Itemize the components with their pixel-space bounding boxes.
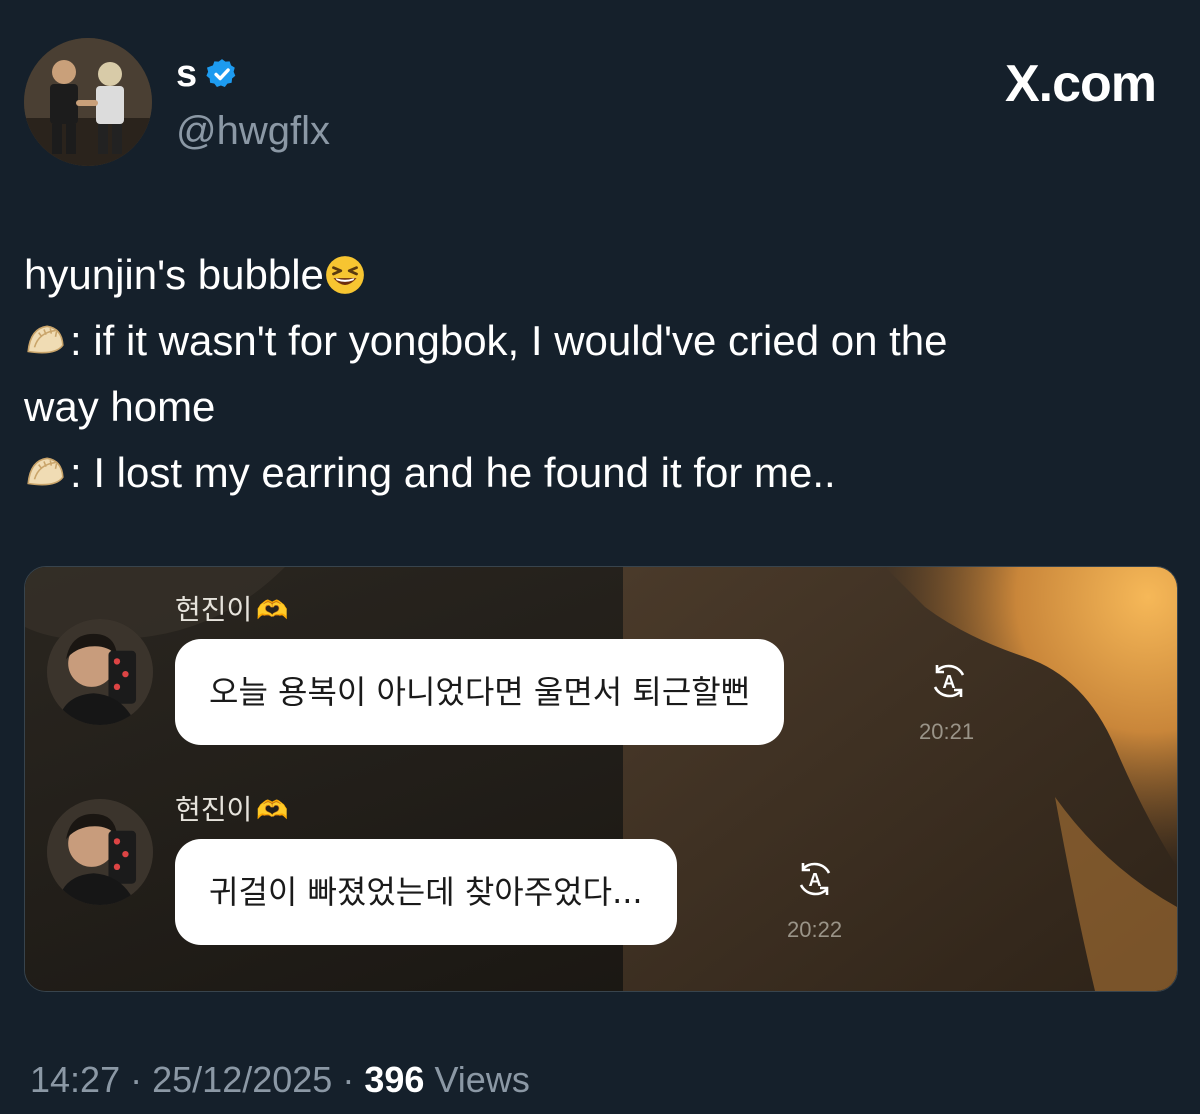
media-image[interactable]: 현진이 🫶 오늘 용복이 아니었다면 울면서 퇴근할뻔 A 20:21 현진이 🫶: [24, 566, 1178, 992]
views-label: Views: [434, 1059, 530, 1100]
translate-icon[interactable]: A: [927, 659, 971, 703]
message-1-bubble: 오늘 용복이 아니었다면 울면서 퇴근할뻔: [175, 639, 785, 745]
message-1-time: 20:21: [919, 719, 975, 744]
message-1-sender: 현진이 🫶: [175, 593, 289, 628]
tweet-line-1: hyunjin's bubble: [24, 242, 1164, 308]
meta-separator: ·: [130, 1059, 143, 1100]
message-2-bubble: 귀걸이 빠졌었는데 찾아주었다...: [175, 839, 677, 945]
dumpling-icon: [24, 320, 66, 362]
avatar-photo: [24, 38, 152, 166]
heart-hands-icon: 🫶: [256, 596, 289, 626]
translate-icon[interactable]: A: [793, 857, 837, 901]
author-handle[interactable]: @hwgflx: [176, 106, 330, 156]
tweet-line-2: : if it wasn't for yongbok, I would've c…: [24, 308, 1164, 374]
message-1-sender-name: 현진이: [175, 593, 253, 626]
author-display-name[interactable]: s: [176, 52, 197, 96]
tweet-line-3: way home: [24, 383, 216, 430]
tweet-date[interactable]: 25/12/2025: [152, 1059, 332, 1100]
svg-text:A: A: [943, 672, 956, 692]
dumpling-icon: [24, 452, 66, 494]
tweet-line-4: : I lost my earring and he found it for …: [24, 440, 1164, 506]
message-2-avatar: [47, 799, 153, 905]
message-2-time: 20:22: [787, 917, 843, 942]
laughing-face-icon: [324, 254, 366, 296]
heart-hands-icon: 🫶: [256, 796, 289, 826]
message-1-avatar: [47, 619, 153, 725]
message-2-text: 귀걸이 빠졌었는데 찾아주었다...: [209, 873, 643, 911]
verified-badge-icon[interactable]: [205, 57, 239, 91]
tweet-text: hyunjin's bubble : if it wasn't for yong…: [24, 242, 1164, 506]
tweet-time[interactable]: 14:27: [30, 1059, 120, 1100]
message-2-sender: 현진이 🫶: [175, 793, 289, 828]
svg-text:A: A: [809, 870, 822, 890]
author-avatar[interactable]: [24, 38, 152, 166]
tweet-line-2-text: : if it wasn't for yongbok, I would've c…: [70, 317, 948, 364]
message-2-sender-name: 현진이: [175, 793, 253, 826]
meta-separator: ·: [342, 1059, 355, 1100]
author-name-row: s: [176, 52, 239, 96]
tweet-line-4-text: : I lost my earring and he found it for …: [70, 449, 836, 496]
brand-label: X.com: [1004, 55, 1157, 113]
views-count: 396: [364, 1059, 425, 1100]
tweet-line-1-text: hyunjin's bubble: [24, 251, 324, 298]
tweet-meta: 14:27 · 25/12/2025 · 396 Views: [30, 1056, 530, 1104]
message-1-text: 오늘 용복이 아니었다면 울면서 퇴근할뻔: [209, 673, 751, 711]
